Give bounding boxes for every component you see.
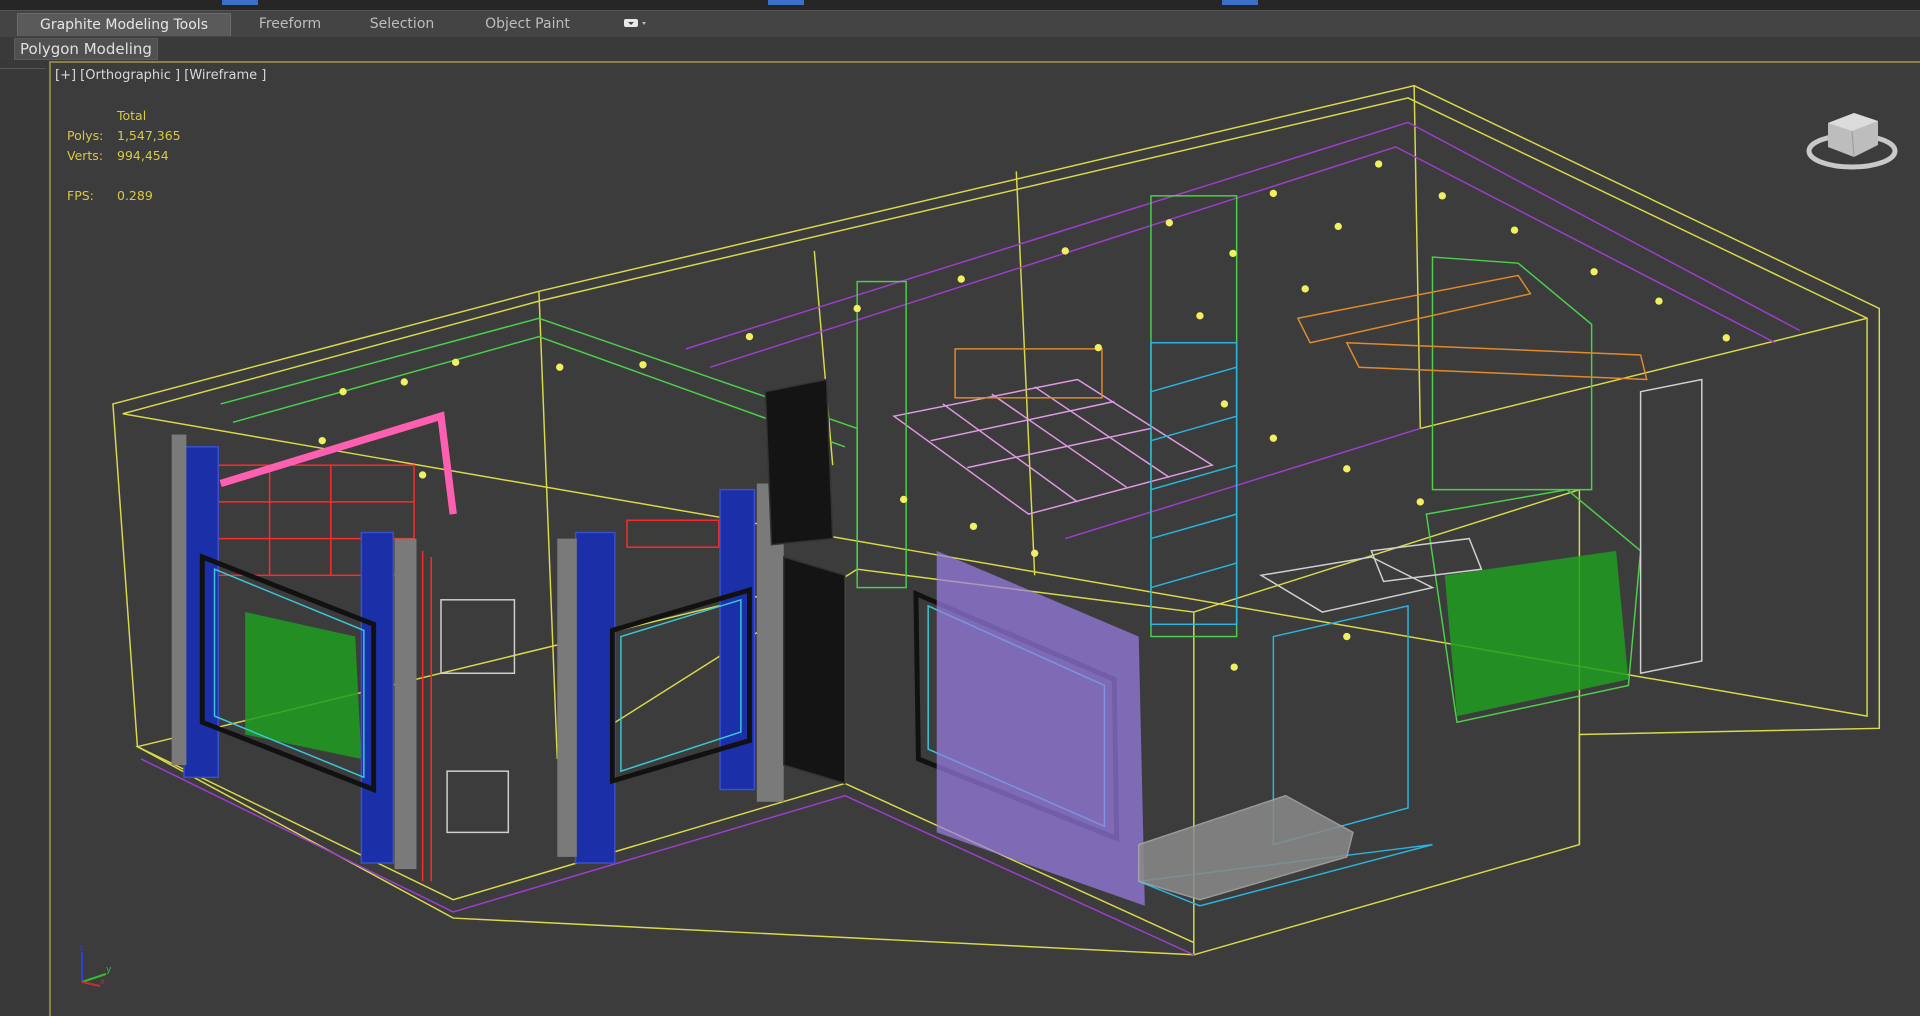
axis-tripod-icon: z y x — [79, 943, 112, 987]
orange-shelves — [954, 274, 1648, 399]
sofa — [1137, 794, 1354, 901]
wireframe-scene — [112, 84, 1881, 956]
green-elements — [220, 195, 1642, 724]
svg-text:z: z — [79, 943, 84, 953]
svg-text:y: y — [106, 965, 112, 975]
ceiling-grid — [892, 378, 1214, 515]
svg-text:x: x — [100, 977, 105, 986]
